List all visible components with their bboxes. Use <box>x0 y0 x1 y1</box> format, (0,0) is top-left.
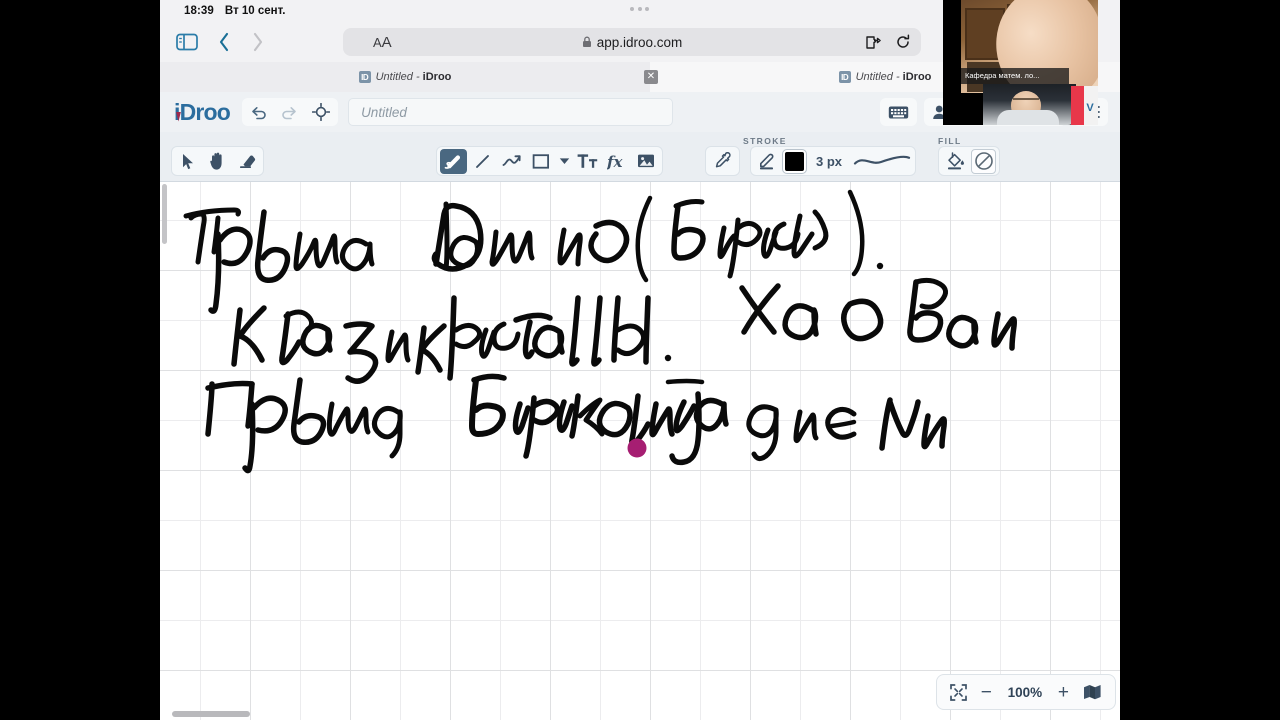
close-icon[interactable]: ✕ <box>644 70 658 84</box>
tab-title: Untitled - iDroo <box>855 71 932 83</box>
pan-tool[interactable] <box>204 149 231 174</box>
chevron-right-icon[interactable] <box>251 31 264 53</box>
zoom-out-button[interactable]: − <box>981 683 992 702</box>
undo-icon[interactable] <box>250 105 267 120</box>
video-call-pip[interactable]: Кафедра матем. ло... V <box>943 0 1098 125</box>
pencil-tool[interactable] <box>440 148 467 174</box>
rectangle-tool[interactable] <box>527 149 554 174</box>
text-tool[interactable] <box>574 149 601 174</box>
redo-icon[interactable] <box>281 105 298 120</box>
zoom-in-button[interactable]: + <box>1058 683 1069 702</box>
more-dots-icon <box>630 7 649 11</box>
browser-tab[interactable]: ID Untitled - iDroo <box>160 62 650 92</box>
document-title-placeholder: Untitled <box>361 104 407 120</box>
url-text: app.idroo.com <box>596 34 683 50</box>
paint-bucket-icon[interactable] <box>942 149 969 174</box>
line-tool[interactable] <box>469 149 496 174</box>
pen-color-icon[interactable] <box>754 149 781 174</box>
chevron-down-icon[interactable] <box>556 149 572 174</box>
document-title-input[interactable]: Untitled <box>348 98 674 126</box>
status-time: 18:39 <box>184 5 214 17</box>
address-bar[interactable]: AA app.idroo.com <box>343 28 921 56</box>
no-fill-icon[interactable] <box>971 148 996 174</box>
horizontal-scrollbar[interactable] <box>172 711 250 717</box>
idroo-favicon: ID <box>838 71 851 83</box>
drawing-toolbar: STROKE FILL ƒx 3 px <box>160 132 1120 182</box>
whiteboard-canvas[interactable]: − 100% + <box>160 182 1120 720</box>
lock-icon <box>582 36 592 48</box>
pip-glasses <box>1013 98 1039 104</box>
handwriting-ink <box>183 189 1017 474</box>
wavy-line-icon[interactable] <box>852 149 912 174</box>
tab-title: Untitled - iDroo <box>375 71 452 83</box>
stroke-color-swatch[interactable] <box>782 148 807 174</box>
stroke-section-label: STROKE <box>743 136 787 146</box>
keyboard-button[interactable] <box>880 98 918 126</box>
puzzle-extension-icon[interactable] <box>865 35 882 50</box>
zoom-controls: − 100% + <box>935 674 1116 710</box>
formula-tool[interactable]: ƒx <box>603 149 630 174</box>
center-target-icon[interactable] <box>312 103 331 121</box>
keyboard-icon <box>888 105 909 120</box>
vertical-scrollbar[interactable] <box>162 184 167 244</box>
reload-icon[interactable] <box>895 34 911 50</box>
video-call-icon[interactable]: V <box>1083 101 1097 115</box>
pip-shirt <box>997 110 1059 125</box>
idroo-favicon: ID <box>358 71 371 83</box>
chevron-left-icon[interactable] <box>218 31 231 53</box>
svg-text:ƒx: ƒx <box>607 153 623 170</box>
pip-video-secondary <box>983 84 1076 125</box>
history-button-group <box>242 98 339 126</box>
select-tool[interactable] <box>175 149 202 174</box>
curve-arrow-tool[interactable] <box>498 149 525 174</box>
sidebar-toggle-icon[interactable] <box>176 33 198 51</box>
eraser-tool[interactable] <box>233 149 260 174</box>
status-date: Вт 10 сент. <box>224 5 286 17</box>
idroo-logo: iDroo <box>174 98 231 125</box>
fit-to-screen-icon[interactable] <box>949 683 967 701</box>
screen-root: 18:39 Вт 10 сент. AA app.idroo.com ID Un… <box>0 0 1280 720</box>
zoom-level-label: 100% <box>1007 684 1043 700</box>
minimap-icon[interactable] <box>1083 684 1102 700</box>
image-tool[interactable] <box>632 149 659 174</box>
fill-section-label: FILL <box>938 136 962 146</box>
eyedropper-tool[interactable] <box>709 149 736 174</box>
stroke-width-label[interactable]: 3 px <box>808 154 850 169</box>
pip-participant-label: Кафедра матем. ло... <box>961 68 1069 84</box>
